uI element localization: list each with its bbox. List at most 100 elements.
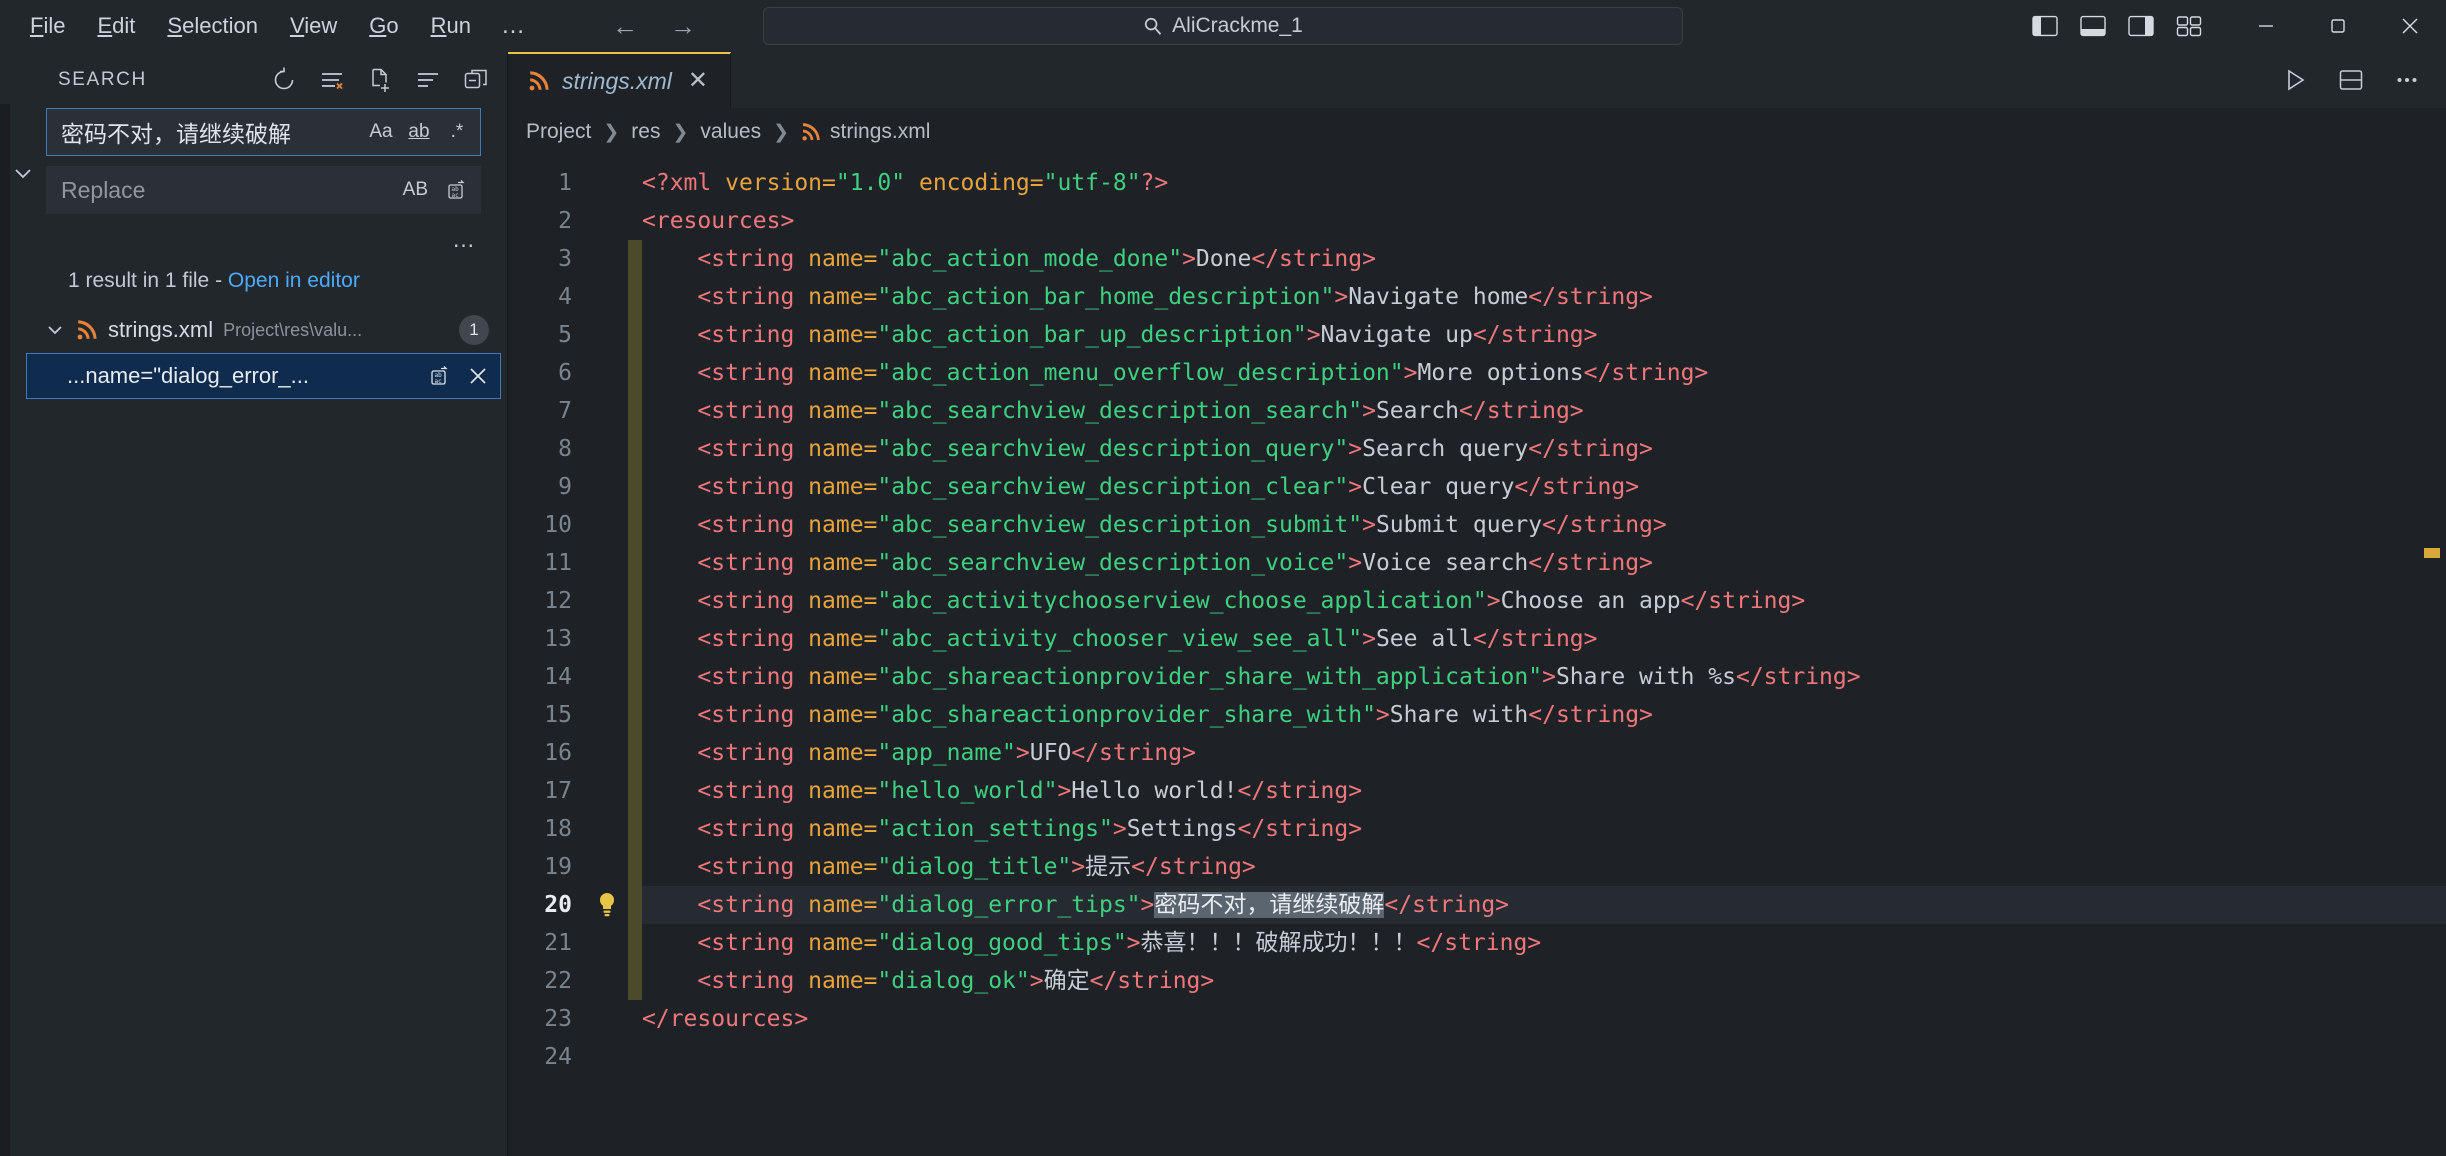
code-line[interactable]: <string name="abc_activity_chooser_view_…: [642, 620, 2446, 658]
maximize-icon[interactable]: [2302, 0, 2374, 52]
code-line[interactable]: <string name="dialog_good_tips">恭喜！！！破解成…: [642, 924, 2446, 962]
collapse-all-icon[interactable]: [463, 67, 489, 93]
command-center-search[interactable]: AliCrackme_1: [763, 7, 1683, 45]
view-as-list-icon[interactable]: [415, 67, 441, 93]
match-case-toggle[interactable]: Aa: [364, 115, 398, 149]
toggle-secondary-sidebar-icon[interactable]: [2128, 15, 2154, 37]
run-icon[interactable]: [2282, 67, 2308, 93]
search-details-dots: …: [452, 226, 477, 252]
arrow-right-icon[interactable]: →: [669, 11, 697, 42]
preserve-case-toggle[interactable]: AB: [397, 179, 434, 201]
arrow-left-icon[interactable]: ←: [611, 11, 639, 42]
code-line[interactable]: <string name="abc_shareactionprovider_sh…: [642, 696, 2446, 734]
minimize-icon[interactable]: [2230, 0, 2302, 52]
code-line[interactable]: <string name="hello_world">Hello world!<…: [642, 772, 2446, 810]
code-token: </string>: [1680, 588, 1806, 614]
clear-search-results-icon[interactable]: [319, 67, 345, 93]
customize-layout-icon[interactable]: [2176, 15, 2202, 37]
tab-strings-xml[interactable]: strings.xml ✕: [508, 52, 732, 108]
refresh-icon[interactable]: [271, 67, 297, 93]
search-result-summary: 1 result in 1 file - Open in editor: [0, 259, 507, 307]
chevron-down-icon[interactable]: [10, 160, 36, 186]
code-line[interactable]: <string name="abc_searchview_description…: [642, 506, 2446, 544]
search-input[interactable]: 密码不对，请继续破解 Aa ab .*: [46, 108, 481, 156]
code-line[interactable]: <?xml version="1.0" encoding="utf-8"?>: [642, 164, 2446, 202]
replace-icon[interactable]: abac: [428, 364, 452, 388]
code-line[interactable]: <string name="dialog_title">提示</string>: [642, 848, 2446, 886]
code-token: >: [1140, 892, 1155, 918]
code-line[interactable]: <string name="dialog_error_tips">密码不对，请继…: [642, 886, 2446, 924]
code-line[interactable]: <string name="dialog_ok">确定</string>: [642, 962, 2446, 1000]
result-match-row[interactable]: ...name="dialog_error_... ab ac: [26, 353, 501, 399]
code-line[interactable]: <string name="abc_searchview_description…: [642, 430, 2446, 468]
fold-indicator: [628, 1000, 642, 1038]
code-line[interactable]: <string name="action_settings">Settings<…: [642, 810, 2446, 848]
use-regex-toggle[interactable]: .*: [440, 115, 474, 149]
code-line[interactable]: <string name="abc_searchview_description…: [642, 392, 2446, 430]
lightbulb-icon[interactable]: [586, 886, 628, 924]
code-token: <string: [642, 854, 809, 880]
code-token: <string: [642, 892, 809, 918]
code-line[interactable]: <string name="abc_action_mode_done">Done…: [642, 240, 2446, 278]
dismiss-icon[interactable]: [466, 364, 490, 388]
code-token: >: [1375, 702, 1390, 728]
code-line[interactable]: [642, 1038, 2446, 1076]
code-line[interactable]: <string name="abc_activitychooserview_ch…: [642, 582, 2446, 620]
new-search-editor-icon[interactable]: [367, 67, 393, 93]
menu-item-selection[interactable]: Selection: [151, 8, 274, 44]
menu-item-file[interactable]: File: [14, 8, 81, 44]
code-line[interactable]: <string name="abc_action_bar_home_descri…: [642, 278, 2446, 316]
code-token: name=: [808, 626, 878, 652]
code-line[interactable]: </resources>: [642, 1000, 2446, 1038]
result-file-name: strings.xml: [108, 317, 214, 342]
match-whole-word-toggle[interactable]: ab: [402, 115, 436, 149]
code-token: version=: [725, 170, 836, 196]
result-file-path: Project\res\valu...: [223, 319, 363, 340]
menu-item-run[interactable]: Run: [415, 8, 487, 44]
toggle-primary-sidebar-icon[interactable]: [2032, 15, 2058, 37]
breadcrumb-item-project[interactable]: Project: [526, 120, 591, 144]
code-line[interactable]: <resources>: [642, 202, 2446, 240]
replace-all-icon[interactable]: ab ac: [440, 173, 474, 207]
split-editor-down-icon[interactable]: [2338, 67, 2364, 93]
glyph-slot: [586, 962, 628, 1000]
menu-overflow-button[interactable]: …: [487, 10, 541, 42]
fold-indicator-column: [628, 156, 642, 1156]
chevron-down-icon[interactable]: [44, 319, 66, 341]
close-icon[interactable]: ✕: [684, 69, 712, 93]
menu-item-go[interactable]: Go: [353, 8, 414, 44]
open-in-editor-link[interactable]: Open in editor: [228, 269, 360, 292]
code-line[interactable]: <string name="abc_action_bar_up_descript…: [642, 316, 2446, 354]
code-line[interactable]: <string name="abc_searchview_description…: [642, 544, 2446, 582]
menu-item-edit[interactable]: Edit: [81, 8, 151, 44]
code-token: name=: [808, 702, 878, 728]
breadcrumb-item-strings-xml[interactable]: strings.xml: [801, 120, 930, 144]
tab-label: strings.xml: [562, 67, 672, 94]
more-actions-icon[interactable]: [2394, 67, 2420, 93]
code-token: <string: [642, 740, 809, 766]
code-token: >: [1348, 474, 1363, 500]
code-token: name=: [808, 398, 878, 424]
code-token: </string>: [1472, 626, 1598, 652]
result-file-row[interactable]: strings.xml Project\res\valu... 1: [0, 307, 507, 353]
breadcrumb-separator: ❯: [603, 121, 620, 143]
breadcrumb-item-res[interactable]: res: [631, 120, 660, 144]
code-token: <string: [642, 360, 809, 386]
breadcrumb-item-values[interactable]: values: [700, 120, 761, 144]
code-line[interactable]: <string name="abc_action_menu_overflow_d…: [642, 354, 2446, 392]
toggle-search-details-button[interactable]: …: [0, 224, 507, 259]
code-editor[interactable]: 1 2 3 4 5 6 7 8 9 10 11 12 13 14 15 16 17 18 19 20 21 22 23 24 …: [508, 156, 2446, 1156]
replace-input[interactable]: Replace AB ab ac: [46, 166, 481, 214]
code-line[interactable]: <string name="app_name">UFO</string>: [642, 734, 2446, 772]
code-token: name=: [808, 284, 878, 310]
toggle-panel-icon[interactable]: [2080, 15, 2106, 37]
code-content[interactable]: <?xml version="1.0" encoding="utf-8"?> <r…: [642, 156, 2446, 1156]
search-option-toggles: Aa ab .*: [364, 115, 474, 149]
code-line[interactable]: <string name="abc_shareactionprovider_sh…: [642, 658, 2446, 696]
line-number: 7: [558, 398, 572, 424]
search-panel-title: SEARCH: [58, 69, 147, 90]
close-icon[interactable]: [2374, 0, 2446, 52]
code-token: >: [1334, 284, 1349, 310]
code-line[interactable]: <string name="abc_searchview_description…: [642, 468, 2446, 506]
menu-item-view[interactable]: View: [274, 8, 353, 44]
